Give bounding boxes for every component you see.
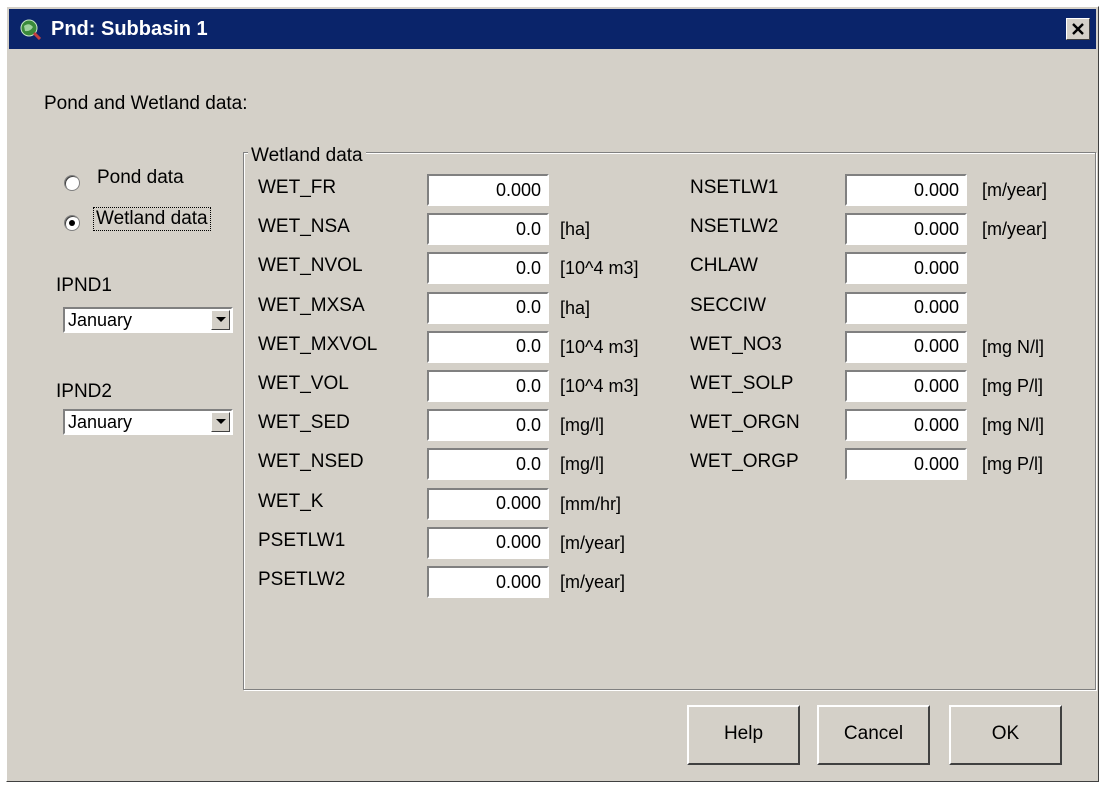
- param-input[interactable]: [427, 526, 549, 559]
- param-label: SECCIW: [690, 294, 766, 316]
- param-input[interactable]: [845, 370, 967, 402]
- ok-button[interactable]: OK: [949, 705, 1062, 765]
- param-label: WET_NSED: [258, 451, 364, 473]
- param-unit: [10^4 m3]: [560, 258, 639, 279]
- param-input[interactable]: [845, 252, 967, 285]
- param-unit: [10^4 m3]: [560, 376, 639, 396]
- param-label: NSETLW2: [690, 216, 779, 238]
- param-input[interactable]: [427, 291, 549, 324]
- chevron-down-icon: [216, 317, 226, 322]
- param-unit: [mg N/l]: [982, 336, 1045, 357]
- globe-icon: [19, 18, 42, 41]
- group-title: Wetland data: [248, 145, 366, 167]
- param-label: WET_MXVOL: [258, 333, 378, 355]
- param-label: WET_NO3: [690, 333, 782, 355]
- radio-button[interactable]: [64, 175, 80, 191]
- param-label: WET_NVOL: [258, 255, 363, 277]
- close-icon: [1072, 23, 1084, 35]
- ipnd2-label: IPND2: [56, 381, 112, 402]
- param-unit: [mg N/l]: [982, 415, 1045, 436]
- param-input[interactable]: [427, 370, 549, 402]
- section-label: Pond and Wetland data:: [44, 93, 248, 114]
- param-input[interactable]: [845, 174, 967, 206]
- param-input[interactable]: [845, 213, 967, 246]
- param-unit: [mg P/l]: [982, 454, 1044, 475]
- param-input[interactable]: [427, 213, 549, 246]
- param-unit: [mg P/l]: [982, 376, 1044, 396]
- radio-label[interactable]: Wetland data: [93, 207, 211, 231]
- param-input[interactable]: [427, 252, 549, 285]
- param-label: WET_ORGN: [690, 412, 800, 434]
- radio-label[interactable]: Pond data: [97, 167, 184, 189]
- param-unit: [m/year]: [560, 532, 626, 553]
- param-input[interactable]: [845, 448, 967, 481]
- param-unit: [ha]: [560, 219, 591, 240]
- param-unit: [mm/hr]: [560, 493, 621, 514]
- radio-selected-dot: [69, 220, 75, 226]
- param-label: WET_NSA: [258, 216, 350, 238]
- param-label: WET_SED: [258, 412, 350, 434]
- param-input[interactable]: [845, 409, 967, 442]
- param-unit: [m/year]: [560, 572, 626, 592]
- param-input[interactable]: [845, 330, 967, 363]
- param-input[interactable]: [427, 174, 549, 206]
- dropdown-button[interactable]: [211, 412, 230, 432]
- param-label: PSETLW2: [258, 569, 346, 590]
- help-button[interactable]: Help: [687, 705, 800, 765]
- dialog-window: Pnd: Subbasin 1 Pond and Wetland data: P…: [6, 6, 1099, 782]
- param-input[interactable]: [427, 448, 549, 481]
- title-bar[interactable]: Pnd: Subbasin 1: [9, 9, 1096, 49]
- radio-button[interactable]: [64, 215, 80, 231]
- param-input[interactable]: [427, 330, 549, 363]
- param-unit: [ha]: [560, 297, 591, 318]
- param-label: NSETLW1: [690, 177, 779, 198]
- param-label: WET_MXSA: [258, 294, 365, 316]
- param-input[interactable]: [427, 487, 549, 520]
- param-label: PSETLW1: [258, 529, 346, 551]
- ipnd1-value: January: [68, 310, 133, 330]
- ipnd1-select[interactable]: January: [63, 307, 233, 333]
- param-unit: [mg/l]: [560, 415, 605, 436]
- param-unit: [m/year]: [982, 180, 1048, 200]
- param-label: WET_FR: [258, 177, 337, 198]
- param-label: WET_SOLP: [690, 373, 794, 394]
- param-unit: [m/year]: [982, 219, 1048, 240]
- param-label: WET_VOL: [258, 373, 349, 394]
- param-input[interactable]: [427, 409, 549, 442]
- param-unit: [10^4 m3]: [560, 336, 639, 357]
- dropdown-button[interactable]: [211, 310, 230, 330]
- param-unit: [mg/l]: [560, 454, 605, 475]
- ipnd2-value: January: [68, 412, 133, 432]
- param-label: WET_K: [258, 490, 324, 512]
- param-label: WET_ORGP: [690, 451, 799, 473]
- ipnd2-select[interactable]: January: [63, 409, 233, 435]
- window-title: Pnd: Subbasin 1: [51, 18, 208, 40]
- param-label: CHLAW: [690, 255, 758, 277]
- param-input[interactable]: [845, 291, 967, 324]
- close-button[interactable]: [1066, 18, 1090, 40]
- wetland-data-group: [243, 152, 1096, 690]
- param-input[interactable]: [427, 566, 549, 598]
- ipnd1-label: IPND1: [56, 275, 112, 296]
- cancel-button[interactable]: Cancel: [817, 705, 930, 765]
- chevron-down-icon: [216, 419, 226, 424]
